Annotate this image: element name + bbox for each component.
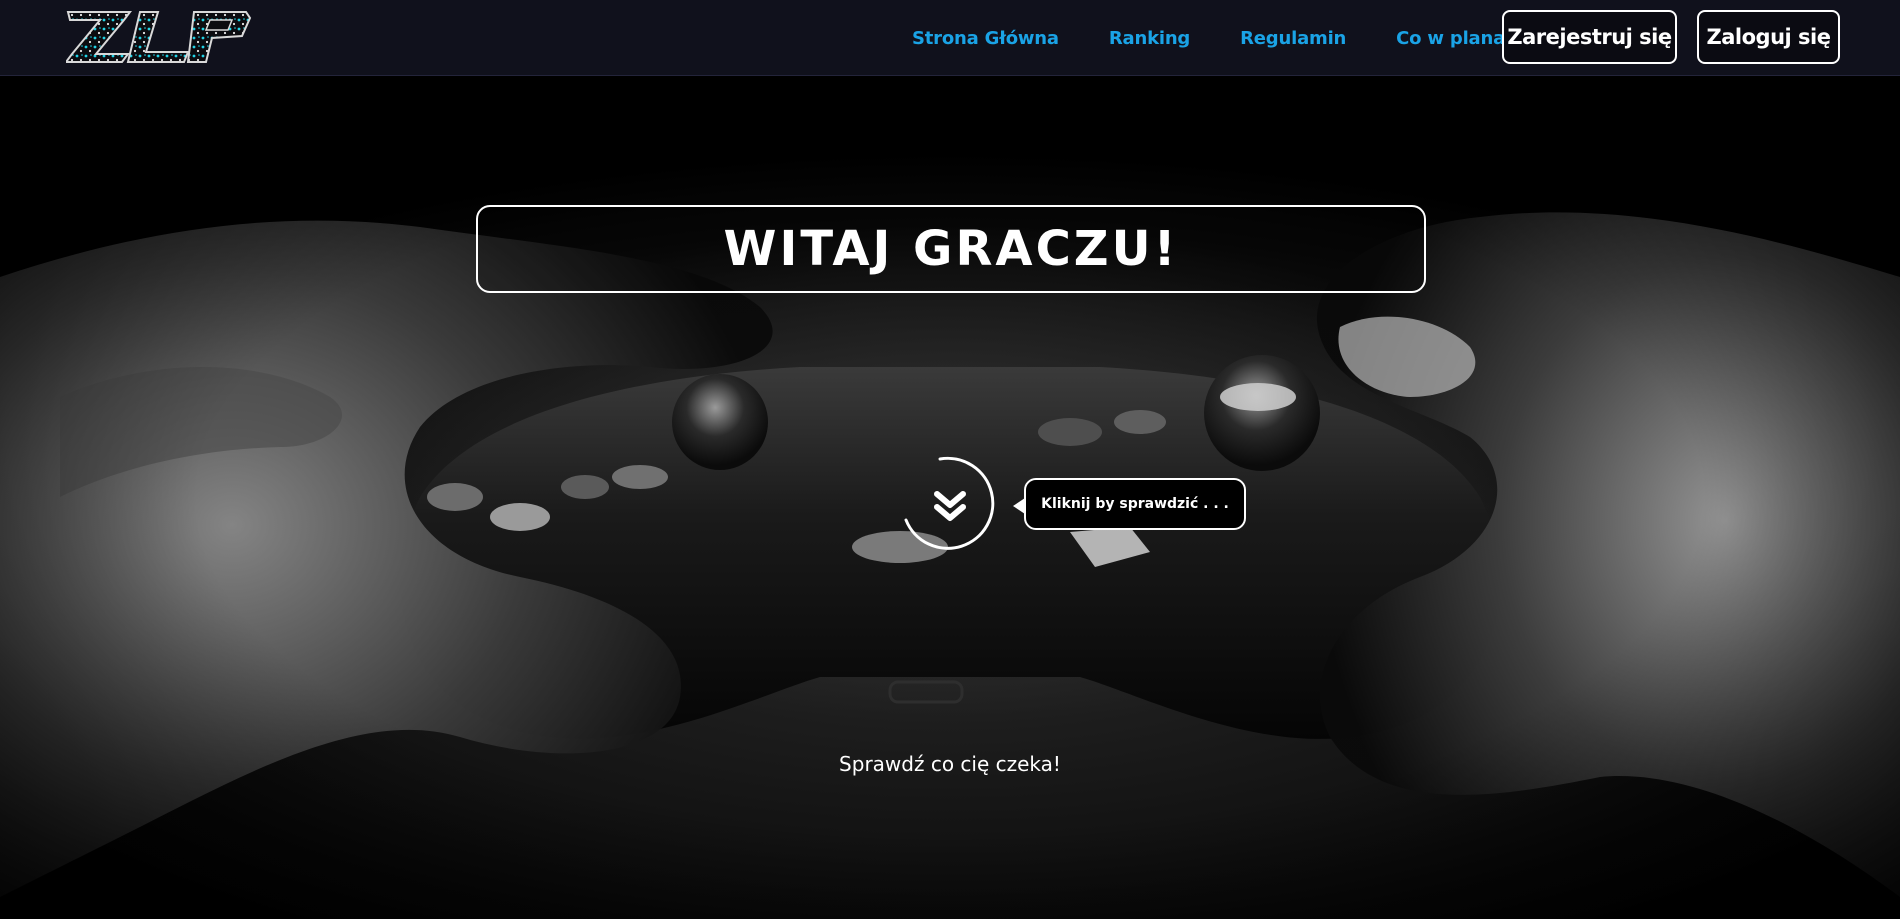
nav-link-rules[interactable]: Regulamin <box>1240 28 1346 49</box>
scroll-tooltip: Kliknij by sprawdzić . . . <box>1013 478 1246 530</box>
hero-subtitle: Sprawdź co cię czeka! <box>839 752 1061 776</box>
login-button[interactable]: Zaloguj się <box>1697 10 1840 64</box>
hero-section: WITAJ GRACZU! Kliknij by sprawdzić . . .… <box>0 77 1900 919</box>
navbar: Strona Główna Ranking Regulamin Co w pla… <box>0 0 1900 76</box>
chevron-double-down-icon <box>904 456 995 550</box>
site-logo[interactable] <box>64 8 252 66</box>
scroll-down-button[interactable] <box>900 454 1000 554</box>
nav-link-ranking[interactable]: Ranking <box>1109 28 1190 49</box>
main-nav: Strona Główna Ranking Regulamin Co w pla… <box>912 0 1528 76</box>
nav-link-home[interactable]: Strona Główna <box>912 28 1059 49</box>
page-title: WITAJ GRACZU! <box>723 221 1179 277</box>
register-button[interactable]: Zarejestruj się <box>1502 10 1677 64</box>
tooltip-text: Kliknij by sprawdzić . . . <box>1041 496 1229 512</box>
welcome-banner: WITAJ GRACZU! <box>476 205 1426 293</box>
logo-graphic <box>64 11 252 63</box>
